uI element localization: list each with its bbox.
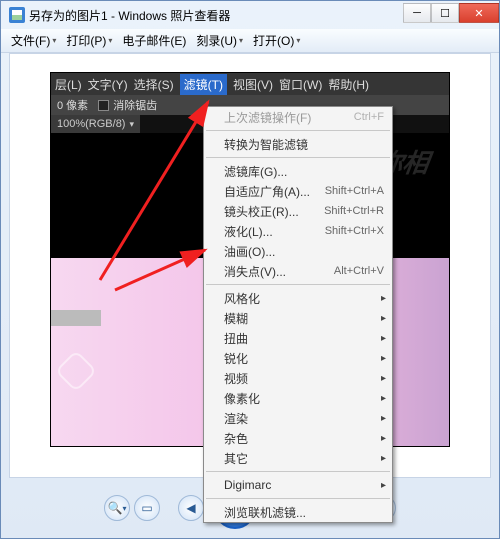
wpv-menubar: 文件(F)▾ 打印(P)▾ 电子邮件(E) 刻录(U)▾ 打开(O)▾ (1, 29, 499, 53)
minimize-button[interactable]: ─ (403, 3, 431, 23)
menu-separator (206, 284, 390, 285)
menu-item-label: 油画(O)... (224, 243, 275, 260)
filter-dropdown-menu: 上次滤镜操作(F)Ctrl+F转换为智能滤镜滤镜库(G)...自适应广角(A).… (203, 106, 393, 523)
filter-menu-item[interactable]: 液化(L)... Shift+Ctrl+X (204, 221, 392, 241)
menu-item-label: 浏览联机滤镜... (224, 504, 306, 521)
heart-decoration-icon (55, 350, 97, 392)
menu-item-label: 镜头校正(R)... (224, 203, 299, 220)
titlebar: 另存为的图片1 - Windows 照片查看器 ─ ☐ ✕ (1, 1, 499, 29)
menu-item-label: 杂色 (224, 430, 248, 447)
filter-menu-item[interactable]: Digimarc (204, 475, 392, 495)
window-controls: ─ ☐ ✕ (403, 3, 499, 23)
menu-item-shortcut: Shift+Ctrl+X (325, 225, 384, 237)
menu-item-label: 像素化 (224, 390, 260, 407)
filter-menu-item[interactable]: 滤镜库(G)... (204, 161, 392, 181)
ps-menu-filter[interactable]: 滤镜(T) (180, 74, 227, 95)
menu-item-label: 液化(L)... (224, 223, 273, 240)
menu-item-label: 上次滤镜操作(F) (224, 109, 311, 126)
menu-separator (206, 471, 390, 472)
filter-menu-item[interactable]: 油画(O)... (204, 241, 392, 261)
menu-item-shortcut: Ctrl+F (354, 111, 384, 123)
filter-menu-item[interactable]: 视频 (204, 368, 392, 388)
actual-size-button[interactable]: ▭ (134, 495, 160, 521)
prev-button[interactable]: ◀ (178, 495, 204, 521)
filter-menu-item[interactable]: 风格化 (204, 288, 392, 308)
filter-menu-item[interactable]: 其它 (204, 448, 392, 468)
filter-menu-item[interactable]: 镜头校正(R)... Shift+Ctrl+R (204, 201, 392, 221)
menu-item-label: 其它 (224, 450, 248, 467)
menu-item-label: 渲染 (224, 410, 248, 427)
filter-menu-item[interactable]: 渲染 (204, 408, 392, 428)
menu-email[interactable]: 电子邮件(E) (118, 30, 190, 51)
filter-menu-item[interactable]: 扭曲 (204, 328, 392, 348)
menu-item-label: 滤镜库(G)... (224, 163, 287, 180)
grey-bar (51, 310, 101, 326)
close-button[interactable]: ✕ (459, 3, 499, 23)
filter-menu-item[interactable]: 锐化 (204, 348, 392, 368)
ps-menu-help[interactable]: 帮助(H) (328, 76, 369, 93)
menu-item-shortcut: Shift+Ctrl+A (325, 185, 384, 197)
menu-item-label: 风格化 (224, 290, 260, 307)
menu-item-label: 自适应广角(A)... (224, 183, 310, 200)
maximize-button[interactable]: ☐ (431, 3, 459, 23)
ps-menu-select[interactable]: 选择(S) (134, 76, 174, 93)
ps-opt-px: 0 像素 (57, 97, 88, 113)
menu-item-label: 转换为智能滤镜 (224, 136, 308, 153)
filter-menu-item[interactable]: 转换为智能滤镜 (204, 134, 392, 154)
filter-menu-item[interactable]: 像素化 (204, 388, 392, 408)
menu-item-label: 扭曲 (224, 330, 248, 347)
filter-menu-item: 上次滤镜操作(F) Ctrl+F (204, 107, 392, 127)
menu-item-label: Digimarc (224, 478, 271, 492)
menu-file[interactable]: 文件(F)▾ (7, 30, 60, 51)
menu-separator (206, 157, 390, 158)
chevron-down-icon: ▾ (129, 119, 134, 130)
menu-item-label: 视频 (224, 370, 248, 387)
menu-separator (206, 130, 390, 131)
menu-item-label: 锐化 (224, 350, 248, 367)
menu-open[interactable]: 打开(O)▾ (249, 30, 304, 51)
filter-menu-item[interactable]: 模糊 (204, 308, 392, 328)
ps-menu-view[interactable]: 视图(V) (233, 76, 273, 93)
ps-menu-window[interactable]: 窗口(W) (279, 76, 322, 93)
filter-menu-item[interactable]: 消失点(V)... Alt+Ctrl+V (204, 261, 392, 281)
window-title: 另存为的图片1 - Windows 照片查看器 (29, 7, 399, 24)
menu-item-shortcut: Alt+Ctrl+V (334, 265, 384, 277)
checkbox-icon (98, 100, 109, 111)
menu-item-label: 消失点(V)... (224, 263, 286, 280)
filter-menu-item[interactable]: 杂色 (204, 428, 392, 448)
ps-menu-layer[interactable]: 层(L) (55, 76, 82, 93)
zoom-button[interactable]: 🔍▾ (104, 495, 130, 521)
filter-menu-item[interactable]: 自适应广角(A)... Shift+Ctrl+A (204, 181, 392, 201)
ps-menu-type[interactable]: 文字(Y) (88, 76, 128, 93)
app-icon (9, 7, 25, 23)
menu-separator (206, 498, 390, 499)
ps-menubar: 层(L) 文字(Y) 选择(S) 滤镜(T) 视图(V) 窗口(W) 帮助(H) (51, 73, 449, 95)
menu-item-label: 模糊 (224, 310, 248, 327)
ps-zoom-label: 100%(RGB/8) (57, 118, 125, 130)
menu-burn[interactable]: 刻录(U)▾ (192, 30, 247, 51)
ps-opt-antialias[interactable]: 消除锯齿 (98, 97, 157, 113)
filter-menu-item[interactable]: 浏览联机滤镜... (204, 502, 392, 522)
menu-print[interactable]: 打印(P)▾ (62, 30, 116, 51)
ps-status-bar: 100%(RGB/8) ▾ (51, 115, 140, 133)
menu-item-shortcut: Shift+Ctrl+R (324, 205, 384, 217)
